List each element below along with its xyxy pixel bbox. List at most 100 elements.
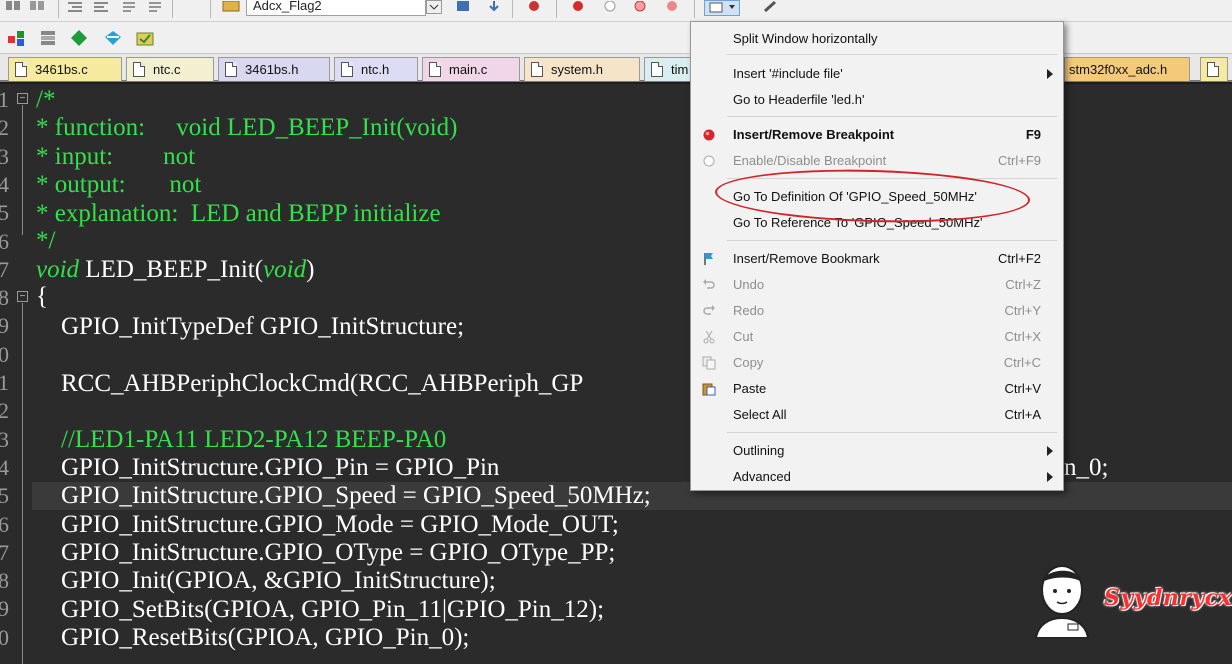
code-line-19: GPIO_SetBits(GPIOA, GPIO_Pin_11|GPIO_Pin… — [36, 596, 605, 623]
toolbar-build: Adcx_Flag2 — [0, 0, 1232, 22]
line-number: 0 — [0, 341, 9, 367]
tab-label: ntc.h — [361, 62, 390, 77]
undo-icon — [703, 279, 715, 289]
code-line-18: GPIO_Init(GPIOA, &GPIO_InitStructure); — [36, 567, 496, 594]
code-line-1: /* — [36, 86, 56, 113]
code-line-2: * function: void LED_BEEP_Init(void) — [36, 114, 458, 141]
paste-icon — [702, 383, 716, 396]
rebuild-icon[interactable] — [28, 0, 46, 14]
tab-3461bs-h[interactable]: 3461bs.h — [218, 57, 330, 81]
menu-item-insert-remove-breakpoint[interactable]: Insert/Remove Breakpoint F9 — [691, 122, 1063, 148]
clear-breakpoints-icon[interactable] — [662, 0, 682, 14]
tab-stm32f0xx-adc-h[interactable]: stm32f0xx_adc.h — [1064, 57, 1190, 81]
target-select[interactable]: Adcx_Flag2 — [246, 0, 426, 16]
menu-item-outlining[interactable]: Outlining — [691, 438, 1063, 464]
menu-item-undo[interactable]: Undo Ctrl+Z — [691, 272, 1063, 298]
code-line-14: GPIO_InitStructure.GPIO_Pin = GPIO_Pin — [36, 454, 500, 481]
fold-toggle-icon[interactable]: − — [17, 291, 28, 302]
line-number: 9 — [0, 313, 9, 339]
uncomment-icon[interactable] — [146, 0, 164, 14]
tab-label: stm32f0xx_adc.h — [1069, 62, 1168, 77]
batch-build-icon[interactable] — [4, 0, 22, 14]
code-line-17: GPIO_InitStructure.GPIO_OType = GPIO_OTy… — [36, 539, 616, 566]
code-line-11: RCC_AHBPeriphClockCmd(RCC_AHBPeriph_GP — [36, 370, 584, 397]
line-number: 3 — [0, 426, 9, 452]
line-number: 8 — [0, 568, 9, 594]
menu-item-split-window[interactable]: Split Window horizontally — [691, 26, 1063, 52]
tab-3461bs-c[interactable]: 3461bs.c — [8, 57, 122, 81]
load-icon[interactable] — [454, 0, 474, 14]
line-number: 6 — [0, 228, 9, 254]
select-software-packs-icon[interactable] — [102, 28, 124, 48]
menu-item-insert-remove-bookmark[interactable]: Insert/Remove Bookmark Ctrl+F2 — [691, 246, 1063, 272]
target-name: Adcx_Flag2 — [253, 0, 322, 13]
line-number: 7 — [0, 539, 9, 565]
code-line-14-tail: n_0; — [1064, 454, 1109, 481]
file-icon — [225, 62, 237, 77]
indent-icon[interactable] — [66, 0, 84, 14]
project-icon[interactable] — [6, 28, 28, 48]
watermark-text: Syydnrycx — [1104, 585, 1232, 611]
books-icon[interactable] — [38, 28, 60, 48]
tab-ntc-c[interactable]: ntc.c — [126, 57, 214, 81]
menu-item-copy[interactable]: Copy Ctrl+C — [691, 350, 1063, 376]
bookmark-flag-icon — [704, 253, 713, 265]
code-line-7: void LED_BEEP_Init(void) — [36, 256, 315, 283]
line-number: 5 — [0, 200, 9, 226]
menu-item-select-all[interactable]: Select All Ctrl+A — [691, 402, 1063, 428]
file-icon — [531, 62, 543, 77]
comment-icon[interactable] — [120, 0, 138, 14]
line-number: 9 — [0, 596, 9, 622]
line-number: 5 — [0, 483, 9, 509]
file-icon — [15, 62, 27, 77]
tab-tim[interactable]: tim — [644, 57, 694, 81]
download-icon[interactable] — [484, 0, 504, 14]
code-line-20: GPIO_ResetBits(GPIOA, GPIO_Pin_0); — [36, 624, 470, 651]
tab-more[interactable] — [1200, 57, 1228, 81]
line-number: 7 — [0, 256, 9, 282]
line-number: 3 — [0, 143, 9, 169]
unindent-icon[interactable] — [92, 0, 110, 14]
line-number-gutter: 12345678901234567890 — [0, 84, 14, 664]
breakpoint-icon — [703, 129, 715, 141]
watermark-face-icon — [1034, 565, 1090, 638]
submenu-arrow-icon — [1047, 472, 1053, 482]
line-number: 2 — [0, 398, 9, 424]
window-layout-button[interactable] — [704, 0, 740, 16]
kill-breakpoints-icon[interactable] — [630, 0, 650, 14]
tab-ntc-h[interactable]: ntc.h — [334, 57, 418, 81]
code-line-6: */ — [36, 227, 56, 254]
code-line-3: * input: not — [36, 143, 196, 170]
target-options-icon[interactable] — [220, 0, 242, 14]
file-icon — [341, 62, 353, 77]
menu-item-paste[interactable]: Paste Ctrl+V — [691, 376, 1063, 402]
menu-item-cut[interactable]: Cut Ctrl+X — [691, 324, 1063, 350]
file-icon — [1207, 62, 1219, 77]
menu-item-insert-include[interactable]: Insert '#include file' — [691, 61, 1063, 87]
debug-icon[interactable] — [524, 0, 544, 14]
line-number: 2 — [0, 115, 9, 141]
tab-label: system.h — [551, 62, 604, 77]
menu-item-advanced[interactable]: Advanced — [691, 464, 1063, 490]
breakpoint-disable-icon[interactable] — [600, 0, 620, 14]
tab-system-h[interactable]: system.h — [524, 57, 640, 81]
menu-item-redo[interactable]: Redo Ctrl+Y — [691, 298, 1063, 324]
tab-label: ntc.c — [153, 62, 181, 77]
submenu-arrow-icon — [1047, 69, 1053, 79]
tab-label: main.c — [449, 62, 488, 77]
tab-main-c[interactable]: main.c — [422, 57, 520, 81]
line-number: 6 — [0, 511, 9, 537]
breakpoint-toolbar-icon[interactable] — [568, 0, 588, 14]
line-number: 8 — [0, 285, 9, 311]
code-line-9: GPIO_InitTypeDef GPIO_InitStructure; — [36, 313, 465, 340]
pack-installer-icon[interactable] — [134, 28, 156, 48]
menu-item-go-to-headerfile[interactable]: Go to Headerfile 'led.h' — [691, 87, 1063, 113]
configure-icon[interactable] — [760, 0, 784, 14]
fold-toggle-icon[interactable]: − — [17, 93, 28, 104]
target-dropdown-icon[interactable] — [426, 0, 442, 14]
redo-icon — [703, 305, 715, 315]
breakpoint-disabled-icon — [703, 155, 715, 167]
line-number: 1 — [0, 87, 9, 112]
manage-components-icon[interactable] — [68, 28, 90, 48]
line-number: 4 — [0, 171, 9, 197]
